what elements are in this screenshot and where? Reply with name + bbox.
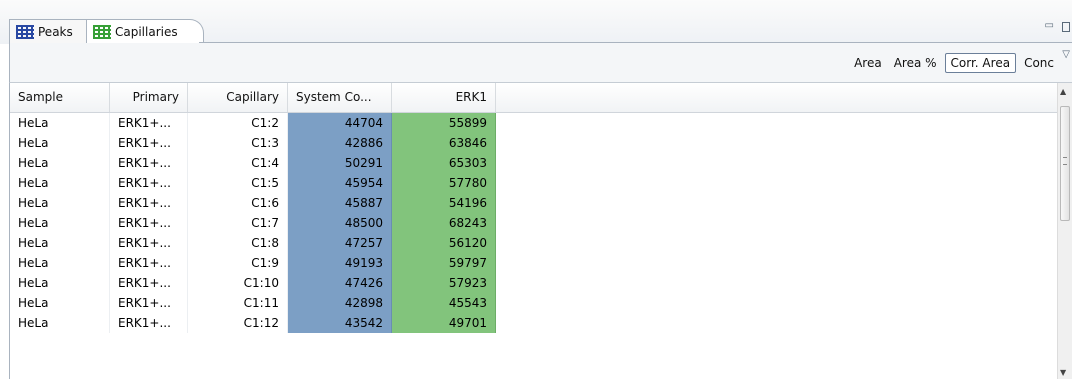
- cell-system-control: 42886: [288, 133, 392, 153]
- table-row[interactable]: HeLa ERK1+... C1:2 44704 55899: [10, 113, 496, 133]
- column-header-capillary[interactable]: Capillary: [188, 83, 288, 112]
- cell-sample: HeLa: [10, 313, 110, 333]
- capillaries-table: Sample Primary Capillary System Co... ER…: [9, 83, 1072, 379]
- table-row[interactable]: HeLa ERK1+... C1:7 48500 68243: [10, 213, 496, 233]
- table-header: Sample Primary Capillary System Co... ER…: [10, 83, 1060, 113]
- cell-capillary: C1:3: [188, 133, 288, 153]
- cell-erk1: 49701: [392, 313, 496, 333]
- cell-system-control: 45954: [288, 173, 392, 193]
- tab-peaks-label: Peaks: [38, 24, 73, 39]
- cell-capillary: C1:9: [188, 253, 288, 273]
- column-header-primary[interactable]: Primary: [110, 83, 188, 112]
- cell-capillary: C1:6: [188, 193, 288, 213]
- cell-system-control: 49193: [288, 253, 392, 273]
- cell-primary: ERK1+...: [110, 273, 188, 293]
- tab-capillaries-label: Capillaries: [115, 24, 178, 39]
- mode-button-group: Area Area % Corr. Area Conc: [850, 53, 1058, 73]
- scroll-up-icon[interactable]: ▲: [1060, 87, 1066, 96]
- scrollbar-thumb[interactable]: [1060, 106, 1070, 221]
- table-row[interactable]: HeLa ERK1+... C1:6 45887 54196: [10, 193, 496, 213]
- cell-erk1: 57923: [392, 273, 496, 293]
- cell-sample: HeLa: [10, 133, 110, 153]
- cell-primary: ERK1+...: [110, 173, 188, 193]
- cell-system-control: 47257: [288, 233, 392, 253]
- cell-system-control: 44704: [288, 113, 392, 133]
- cell-capillary: C1:2: [188, 113, 288, 133]
- minimize-icon[interactable]: ▭: [1045, 20, 1054, 31]
- cell-sample: HeLa: [10, 213, 110, 233]
- cell-erk1: 68243: [392, 213, 496, 233]
- cell-system-control: 42898: [288, 293, 392, 313]
- cell-system-control: 50291: [288, 153, 392, 173]
- display-mode-toolbar: Area Area % Corr. Area Conc ▽: [9, 43, 1072, 83]
- vertical-scrollbar[interactable]: ▲ ▼: [1057, 83, 1072, 379]
- cell-primary: ERK1+...: [110, 133, 188, 153]
- view-tab-strip: Peaks Capillaries ▭: [0, 0, 1072, 44]
- cell-primary: ERK1+...: [110, 313, 188, 333]
- cell-primary: ERK1+...: [110, 213, 188, 233]
- cell-erk1: 45543: [392, 293, 496, 313]
- cell-erk1: 54196: [392, 193, 496, 213]
- cell-system-control: 45887: [288, 193, 392, 213]
- cell-primary: ERK1+...: [110, 233, 188, 253]
- corr-area-button[interactable]: Corr. Area: [944, 53, 1017, 73]
- table-row[interactable]: HeLa ERK1+... C1:4 50291 65303: [10, 153, 496, 173]
- cell-capillary: C1:8: [188, 233, 288, 253]
- cell-erk1: 59797: [392, 253, 496, 273]
- cell-system-control: 43542: [288, 313, 392, 333]
- cell-primary: ERK1+...: [110, 113, 188, 133]
- cell-capillary: C1:11: [188, 293, 288, 313]
- conc-button[interactable]: Conc: [1020, 54, 1058, 72]
- cell-erk1: 56120: [392, 233, 496, 253]
- cell-capillary: C1:5: [188, 173, 288, 193]
- cell-system-control: 48500: [288, 213, 392, 233]
- cell-capillary: C1:12: [188, 313, 288, 333]
- cell-primary: ERK1+...: [110, 153, 188, 173]
- cell-sample: HeLa: [10, 293, 110, 313]
- cell-system-control: 47426: [288, 273, 392, 293]
- table-row[interactable]: HeLa ERK1+... C1:9 49193 59797: [10, 253, 496, 273]
- grip-icon: [1063, 157, 1067, 165]
- cell-sample: HeLa: [10, 193, 110, 213]
- cell-sample: HeLa: [10, 113, 110, 133]
- cell-sample: HeLa: [10, 273, 110, 293]
- cell-sample: HeLa: [10, 173, 110, 193]
- cell-erk1: 55899: [392, 113, 496, 133]
- tab-capillaries[interactable]: Capillaries: [86, 19, 213, 43]
- column-header-system-control[interactable]: System Co...: [288, 83, 392, 112]
- table-row[interactable]: HeLa ERK1+... C1:11 42898 45543: [10, 293, 496, 313]
- cell-capillary: C1:7: [188, 213, 288, 233]
- cell-capillary: C1:10: [188, 273, 288, 293]
- cell-primary: ERK1+...: [110, 253, 188, 273]
- table-row[interactable]: HeLa ERK1+... C1:10 47426 57923: [10, 273, 496, 293]
- maximize-icon[interactable]: [1062, 22, 1070, 32]
- cell-erk1: 57780: [392, 173, 496, 193]
- table-row[interactable]: HeLa ERK1+... C1:5 45954 57780: [10, 173, 496, 193]
- column-header-erk1[interactable]: ERK1: [392, 83, 496, 112]
- cell-sample: HeLa: [10, 253, 110, 273]
- table-grid-icon: [93, 24, 111, 39]
- view-menu-chevron-down-icon[interactable]: ▽: [1062, 49, 1070, 60]
- table-row[interactable]: HeLa ERK1+... C1:3 42886 63846: [10, 133, 496, 153]
- area-button[interactable]: Area: [850, 54, 886, 72]
- area-percent-button[interactable]: Area %: [890, 54, 941, 72]
- column-header-sample[interactable]: Sample: [10, 83, 110, 112]
- cell-capillary: C1:4: [188, 153, 288, 173]
- table-row[interactable]: HeLa ERK1+... C1:8 47257 56120: [10, 233, 496, 253]
- cell-sample: HeLa: [10, 233, 110, 253]
- table-row[interactable]: HeLa ERK1+... C1:12 43542 49701: [10, 313, 496, 333]
- cell-primary: ERK1+...: [110, 193, 188, 213]
- tab-peaks[interactable]: Peaks: [9, 19, 87, 43]
- cell-erk1: 65303: [392, 153, 496, 173]
- cell-primary: ERK1+...: [110, 293, 188, 313]
- scroll-down-icon[interactable]: ▼: [1060, 368, 1066, 377]
- cell-erk1: 63846: [392, 133, 496, 153]
- table-grid-icon: [16, 24, 34, 39]
- cell-sample: HeLa: [10, 153, 110, 173]
